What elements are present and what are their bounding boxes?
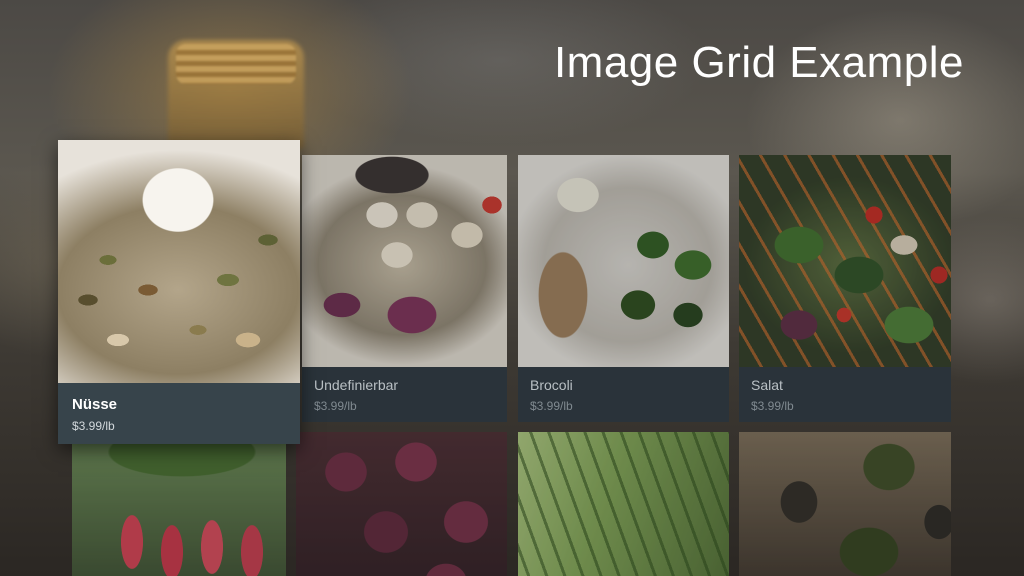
- card-image: [518, 155, 729, 367]
- card-price: $3.99/lb: [530, 399, 573, 413]
- background-jar-lid: [176, 44, 296, 84]
- page-title: Image Grid Example: [553, 38, 964, 87]
- card-price: $3.99/lb: [72, 419, 115, 433]
- grid-card-radish[interactable]: [72, 432, 286, 576]
- card-price: $3.99/lb: [751, 399, 794, 413]
- card-image: [739, 432, 951, 576]
- card-info-panel: Brocoli $3.99/lb: [518, 367, 729, 422]
- card-info-panel: Undefinierbar $3.99/lb: [302, 367, 507, 422]
- grid-card-nusse-focused[interactable]: Nüsse $3.99/lb: [58, 140, 300, 444]
- card-image: [296, 432, 507, 576]
- grid-card-celery[interactable]: [518, 432, 729, 576]
- card-title: Undefinierbar: [314, 377, 399, 393]
- card-image: [58, 140, 300, 383]
- card-title: Nüsse: [72, 396, 118, 413]
- grid-card-brocoli[interactable]: Brocoli $3.99/lb: [518, 155, 729, 422]
- card-title: Brocoli: [530, 377, 573, 393]
- card-info-panel: Salat $3.99/lb: [739, 367, 951, 422]
- card-image: [302, 155, 507, 367]
- tv-app-screen: Image Grid Example Undefinierbar $3.99/l…: [0, 0, 1024, 576]
- card-info-panel: Nüsse $3.99/lb: [58, 383, 300, 444]
- card-image: [739, 155, 951, 367]
- card-title: Salat: [751, 377, 783, 393]
- card-price: $3.99/lb: [314, 399, 357, 413]
- card-image: [518, 432, 729, 576]
- grid-card-undefinierbar[interactable]: Undefinierbar $3.99/lb: [302, 155, 507, 422]
- grid-card-avocado[interactable]: [739, 432, 951, 576]
- card-image: [72, 432, 286, 576]
- grid-card-onion[interactable]: [296, 432, 507, 576]
- grid-card-salat[interactable]: Salat $3.99/lb: [739, 155, 951, 422]
